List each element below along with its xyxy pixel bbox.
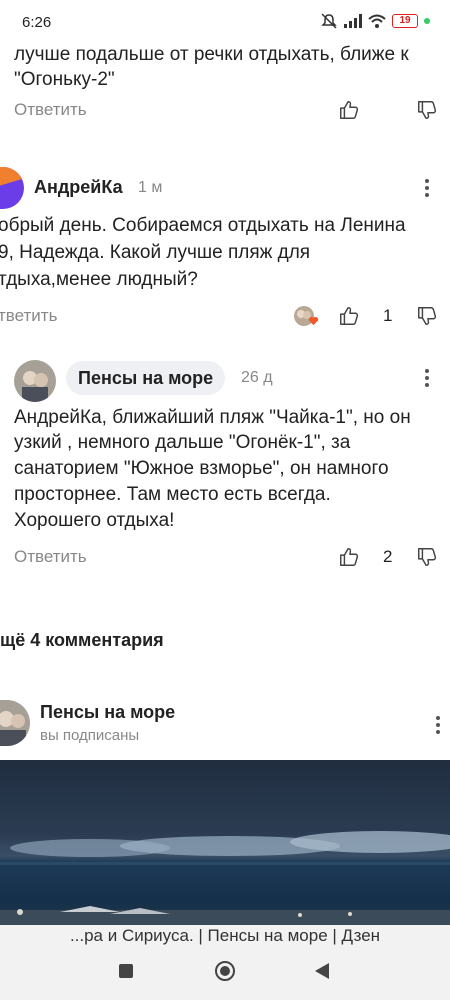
comment-text-line: санаторием "Южное взморье", он намного [14, 458, 389, 479]
channel-name[interactable]: Пенсы на море [40, 702, 175, 723]
comment-text-line: АндрейКа, ближайший пляж "Чайка-1", но о… [14, 407, 411, 428]
privacy-indicator [424, 18, 430, 24]
nav-recent-icon[interactable] [118, 963, 134, 979]
comment-text-line: обрый день. Собираемся отдыхать на Ленин… [0, 215, 406, 236]
comment-text-line: просторнее. Там место есть всегда. [14, 484, 331, 505]
dislike-icon[interactable] [416, 99, 438, 121]
like-count: 2 [383, 547, 393, 566]
dislike-icon[interactable] [416, 546, 438, 568]
avatar[interactable] [14, 360, 56, 402]
status-time: 6:26 [22, 14, 52, 31]
article-preview-image[interactable] [0, 760, 450, 925]
comment-text-line: Хорошего отдыха! [14, 510, 175, 531]
wifi-icon [368, 14, 386, 28]
comment-text-line: узкий , немного дальше "Огонёк-1", за [14, 432, 351, 453]
status-icons: 19 [320, 13, 430, 29]
battery-icon: 19 [392, 14, 418, 28]
comment-author[interactable]: Пенсы на море [66, 361, 226, 395]
nav-back-icon[interactable] [314, 962, 330, 980]
reply-button[interactable]: тветить [0, 306, 57, 326]
nav-home-icon[interactable] [214, 960, 236, 982]
comment-text-line: "Огоньку-2" [14, 69, 115, 90]
signal-icon [344, 14, 362, 28]
page-title-bar[interactable]: ...ра и Сириуса. | Пенсы на море | Дзен [0, 925, 450, 949]
comment-time: 26 д [241, 369, 273, 386]
navigation-bar [0, 949, 450, 1000]
comment-text-line: тдыха,менее людный? [0, 269, 198, 290]
comment-text-line: лучше подальше от речки отдыхать, ближе … [14, 44, 409, 65]
heart-icon [308, 317, 319, 326]
like-icon[interactable] [338, 99, 360, 121]
reply-button[interactable]: Ответить [14, 100, 87, 120]
dislike-icon[interactable] [416, 305, 438, 327]
reply-button[interactable]: Ответить [14, 547, 87, 567]
like-icon[interactable] [338, 305, 360, 327]
subscription-status: вы подписаны [40, 727, 140, 744]
more-icon[interactable] [435, 715, 441, 735]
avatar[interactable] [0, 167, 24, 209]
status-bar: 6:26 19 [0, 0, 450, 44]
comment-text-line: 9, Надежда. Какой лучше пляж для [0, 242, 311, 263]
more-comments-link[interactable]: щё 4 комментария [0, 630, 164, 651]
comment-time: 1 м [138, 179, 163, 196]
like-icon[interactable] [338, 546, 360, 568]
comment-author[interactable]: АндрейКа [34, 177, 123, 198]
channel-avatar[interactable] [0, 700, 30, 746]
more-icon[interactable] [424, 368, 430, 388]
mute-icon [321, 13, 337, 29]
like-count: 1 [383, 306, 393, 325]
more-icon[interactable] [424, 178, 430, 198]
